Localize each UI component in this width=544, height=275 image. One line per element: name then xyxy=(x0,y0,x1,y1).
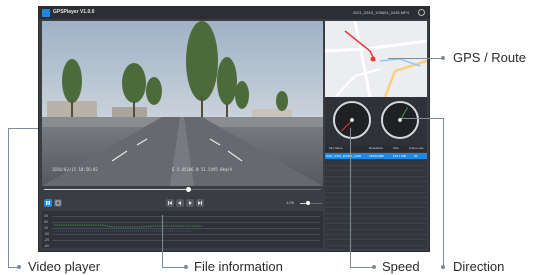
progress-fill xyxy=(44,189,189,190)
skip-forward-icon[interactable] xyxy=(196,199,204,207)
play-pause-icon[interactable] xyxy=(44,199,52,207)
playback-speed[interactable]: 1.0X xyxy=(286,200,294,205)
volume-slider[interactable] xyxy=(300,201,322,205)
gps-callout-dot xyxy=(441,56,445,60)
next-frame-icon[interactable] xyxy=(186,199,194,207)
progress-handle[interactable] xyxy=(185,187,191,192)
direction-label: Direction xyxy=(453,259,505,274)
table-row[interactable] xyxy=(325,165,427,166)
sensor-graph: 25 50 10 -50 -25 -60 xyxy=(42,211,323,248)
cell-frame-rate: 30 xyxy=(414,154,418,158)
app-logo-icon xyxy=(42,9,50,17)
speed-callout-line xyxy=(350,128,351,267)
speed-gauge-hub xyxy=(350,118,354,122)
prev-frame-icon[interactable] xyxy=(176,199,184,207)
cell-file-name: 2021_0315_105601_0426 xyxy=(326,154,362,158)
table-row[interactable] xyxy=(325,180,427,182)
table-row[interactable] xyxy=(325,244,427,246)
table-row[interactable] xyxy=(325,207,427,209)
table-row[interactable] xyxy=(325,228,427,230)
table-row[interactable] xyxy=(325,196,427,198)
file-information-label: File information xyxy=(194,259,283,274)
graph-traces xyxy=(54,224,202,232)
cell-resolution: 1920x1080 xyxy=(369,154,384,158)
skip-back-icon[interactable] xyxy=(166,199,174,207)
table-row[interactable] xyxy=(325,186,427,188)
table-row[interactable] xyxy=(325,170,427,172)
direction-compass xyxy=(381,101,419,139)
video-gps-overlay: E 5.45186 N 51.5495 0km/h xyxy=(172,167,233,172)
app-title: GPSPlayer V1.0.0 xyxy=(53,9,95,15)
direction-callout-dot xyxy=(441,265,445,269)
title-bar: GPSPlayer V1.0.0 2021_0315_105601_0426.M… xyxy=(39,7,429,19)
speed-label: Speed xyxy=(382,259,420,274)
file-information-table: File Name Resolution Size Frame rate 202… xyxy=(325,145,427,249)
volume-handle[interactable] xyxy=(305,201,310,205)
direction-callout-line-top xyxy=(402,118,444,119)
column-header-frame-rate[interactable]: Frame rate xyxy=(409,146,424,150)
playback-progress-bar[interactable] xyxy=(42,187,323,193)
table-row[interactable] xyxy=(325,175,427,177)
direction-callout-line xyxy=(443,118,444,267)
video-player[interactable]: 2020/03/15 10:56:02 E 5.45186 N 51.5495 … xyxy=(42,21,323,186)
vehicle-position-marker xyxy=(370,56,376,62)
table-row[interactable] xyxy=(325,233,427,235)
gauges-panel xyxy=(325,97,427,145)
table-row[interactable] xyxy=(325,202,427,204)
playback-controls: 1.0X xyxy=(42,198,323,210)
table-row[interactable] xyxy=(325,218,427,219)
speed-gauge xyxy=(333,101,371,139)
cell-size: 163.1 MB xyxy=(393,154,406,158)
file-callout-line xyxy=(162,215,163,267)
video-callout-line-top xyxy=(8,128,38,129)
gps-route-map[interactable] xyxy=(325,21,427,97)
table-row[interactable] xyxy=(325,223,427,225)
gps-callout-line xyxy=(388,58,442,59)
video-date-overlay: 2020/03/15 10:56:02 xyxy=(52,167,98,172)
speed-callout-line-bottom xyxy=(350,267,373,268)
column-header-file-name[interactable]: File Name xyxy=(329,146,343,150)
current-file-name: 2021_0315_105601_0426.MP4 xyxy=(352,10,409,15)
table-row[interactable] xyxy=(325,212,427,214)
table-row[interactable] xyxy=(325,239,427,241)
file-callout-line-bottom xyxy=(162,267,185,268)
column-header-resolution[interactable]: Resolution xyxy=(369,146,383,150)
video-frame-scene xyxy=(42,21,323,186)
settings-icon[interactable] xyxy=(418,9,425,16)
table-row[interactable] xyxy=(325,191,427,193)
video-callout-line xyxy=(8,128,9,267)
table-row-selected[interactable]: 2021_0315_105601_0426 1920x1080 163.1 MB… xyxy=(325,153,427,159)
loop-icon[interactable] xyxy=(54,199,62,207)
gps-route-label: GPS / Route xyxy=(453,50,526,65)
map-graphic xyxy=(325,21,427,97)
table-header: File Name Resolution Size Frame rate xyxy=(325,145,427,152)
column-header-size[interactable]: Size xyxy=(393,146,399,150)
gps-player-window: GPSPlayer V1.0.0 2021_0315_105601_0426.M… xyxy=(38,6,430,252)
video-player-label: Video player xyxy=(28,259,101,274)
video-callout-line-bottom xyxy=(8,267,18,268)
